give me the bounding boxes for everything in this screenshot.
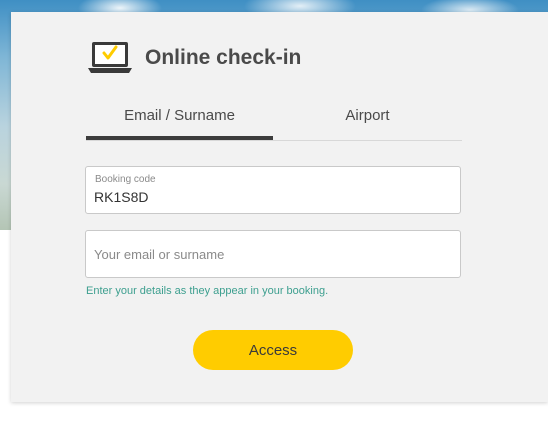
- checkin-card: Online check-in Email / Surname Airport …: [11, 12, 548, 402]
- checkin-header: Online check-in: [87, 40, 301, 76]
- booking-code-input[interactable]: [94, 189, 444, 205]
- email-surname-field[interactable]: [85, 230, 461, 278]
- access-button[interactable]: Access: [193, 330, 353, 370]
- tab-airport[interactable]: Airport: [273, 104, 462, 140]
- booking-code-label: Booking code: [95, 174, 156, 185]
- booking-code-field[interactable]: Booking code: [85, 166, 461, 214]
- email-surname-input[interactable]: [94, 231, 449, 277]
- page-title: Online check-in: [145, 46, 302, 69]
- tab-email-surname[interactable]: Email / Surname: [86, 104, 273, 140]
- laptop-check-icon: [87, 40, 133, 76]
- form-hint-text: Enter your details as they appear in you…: [86, 285, 329, 297]
- checkin-method-tabs: Email / Surname Airport: [86, 104, 462, 141]
